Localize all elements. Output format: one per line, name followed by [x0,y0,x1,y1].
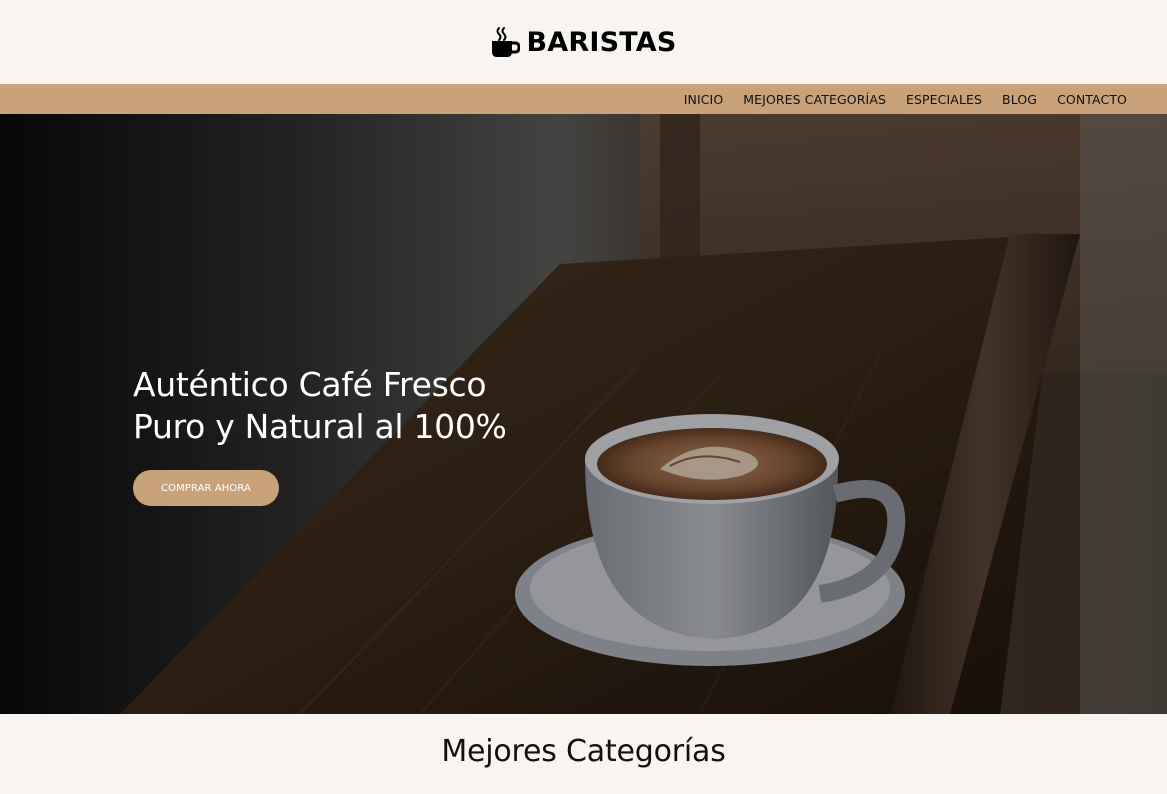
nav-item-inicio[interactable]: INICIO [684,92,724,107]
site-header: BARISTAS INICIO MEJORES CATEGORÍAS ESPEC… [0,0,1167,114]
hero-banner: Auténtico Café Fresco Puro y Natural al … [0,114,1167,714]
nav-item-mejores-categorias[interactable]: MEJORES CATEGORÍAS [743,92,886,107]
main-nav: INICIO MEJORES CATEGORÍAS ESPECIALES BLO… [0,84,1167,114]
nav-item-contacto[interactable]: CONTACTO [1057,92,1127,107]
categories-section: Mejores Categorías [0,714,1167,769]
categories-title: Mejores Categorías [441,734,726,769]
hero-title: Auténtico Café Fresco Puro y Natural al … [133,364,507,448]
hero-content: Auténtico Café Fresco Puro y Natural al … [133,364,507,506]
nav-item-especiales[interactable]: ESPECIALES [906,92,982,107]
coffee-cup-icon [492,27,521,57]
brand-logo[interactable]: BARISTAS [490,26,676,58]
logo-bar: BARISTAS [0,0,1167,84]
hero-title-line-1: Auténtico Café Fresco [133,365,487,404]
brand-name: BARISTAS [526,26,677,58]
buy-now-button[interactable]: COMPRAR AHORA [133,470,279,506]
nav-item-blog[interactable]: BLOG [1002,92,1037,107]
hero-title-line-2: Puro y Natural al 100% [133,407,507,446]
